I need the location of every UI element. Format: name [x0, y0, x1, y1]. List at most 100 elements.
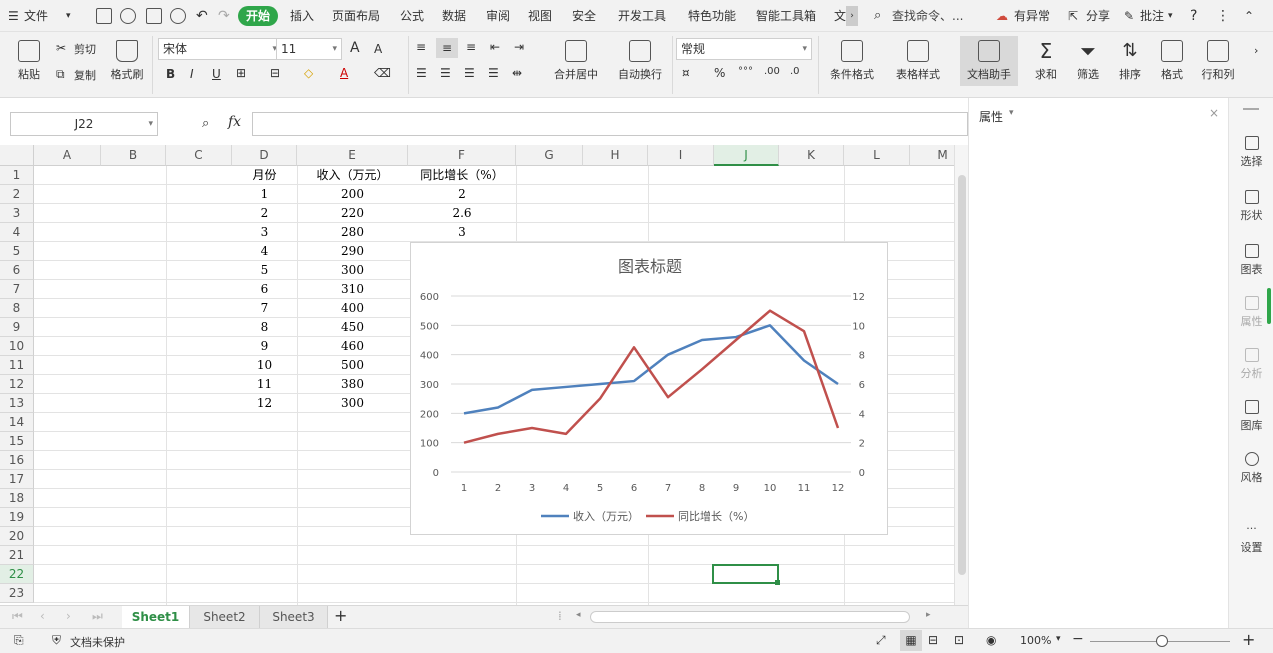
page-layout-view-icon[interactable]: ⊡ — [954, 633, 964, 647]
comment-button[interactable]: 批注 — [1140, 0, 1164, 32]
cell-e7[interactable]: 310 — [297, 280, 408, 299]
tab-more[interactable]: 文 — [834, 0, 846, 32]
preview-icon[interactable] — [170, 8, 186, 24]
row-header-14[interactable]: 14 — [0, 413, 34, 432]
row-header-13[interactable]: 13 — [0, 394, 34, 413]
cell-e3[interactable]: 220 — [297, 204, 408, 223]
split-handle-icon[interactable]: ⁞ — [558, 609, 562, 623]
align-center-icon[interactable]: ☰ — [440, 66, 451, 80]
chevron-down-icon[interactable]: ▾ — [1009, 108, 1014, 118]
macro-icon[interactable]: ⎘ — [14, 633, 24, 648]
cell-d1[interactable]: 月份 — [232, 166, 297, 185]
tool-shape[interactable]: 形状 — [1229, 190, 1273, 223]
scroll-thumb[interactable] — [958, 175, 966, 575]
cell-e8[interactable]: 400 — [297, 299, 408, 318]
horizontal-scrollbar[interactable] — [590, 611, 910, 623]
tab-view[interactable]: 视图 — [528, 0, 552, 32]
cell-e1[interactable]: 收入（万元） — [297, 166, 408, 185]
share-button[interactable]: 分享 — [1086, 0, 1110, 32]
next-sheet-icon[interactable]: › — [66, 609, 71, 623]
chevron-down-icon[interactable]: ▾ — [1056, 634, 1061, 644]
sync-status[interactable]: 有异常 — [1014, 0, 1050, 32]
column-header-h[interactable]: H — [583, 145, 648, 166]
row-header-19[interactable]: 19 — [0, 508, 34, 527]
cell-e11[interactable]: 500 — [297, 356, 408, 375]
tool-settings[interactable]: ··· 设置 — [1229, 523, 1273, 555]
decrease-font-icon[interactable]: A — [374, 42, 382, 56]
tool-chart[interactable]: 图表 — [1229, 244, 1273, 277]
file-menu[interactable]: 文件 — [24, 0, 48, 32]
cell-e2[interactable]: 200 — [297, 185, 408, 204]
panel-title[interactable]: 属性 — [979, 108, 1003, 125]
cell-d9[interactable]: 8 — [232, 318, 297, 337]
scroll-left-icon[interactable]: ◂ — [576, 610, 581, 620]
row-header-5[interactable]: 5 — [0, 242, 34, 261]
add-sheet-icon[interactable]: + — [334, 606, 347, 625]
row-header-4[interactable]: 4 — [0, 223, 34, 242]
conditional-format-button[interactable]: 条件格式 — [822, 40, 882, 82]
column-header-l[interactable]: L — [844, 145, 910, 166]
column-header-g[interactable]: G — [516, 145, 583, 166]
cell-d5[interactable]: 4 — [232, 242, 297, 261]
merge-center-button[interactable]: 合并居中 — [544, 40, 608, 82]
row-header-10[interactable]: 10 — [0, 337, 34, 356]
normal-view-icon[interactable]: ▦ — [900, 630, 922, 651]
last-sheet-icon[interactable]: ⏭ — [92, 609, 103, 624]
cell-f4[interactable]: 3 — [408, 223, 516, 242]
align-bottom-icon[interactable]: ≡ — [466, 40, 476, 54]
bold-icon[interactable]: B — [166, 67, 175, 81]
column-header-c[interactable]: C — [166, 145, 232, 166]
sheet-tab-2[interactable]: Sheet2 — [190, 606, 260, 628]
active-cell-j22[interactable] — [712, 564, 779, 584]
indent-increase-icon[interactable]: ⇥ — [514, 40, 524, 54]
align-middle-icon[interactable]: ≡ — [436, 38, 458, 58]
fill-merge-icon[interactable]: ⊟ — [270, 66, 280, 80]
justify-icon[interactable]: ☰ — [488, 66, 499, 80]
undo-icon[interactable]: ↶ — [196, 0, 208, 32]
chevron-right-icon[interactable]: › — [846, 6, 858, 26]
copy-button[interactable]: 复制 — [74, 67, 96, 83]
column-header-f[interactable]: F — [408, 145, 516, 166]
tab-security[interactable]: 安全 — [572, 0, 596, 32]
search-commands[interactable]: 查找命令、... — [892, 0, 963, 32]
hamburger-icon[interactable]: ☰ — [8, 0, 19, 32]
chevron-down-icon[interactable]: ▾ — [66, 0, 71, 32]
cell-d3[interactable]: 2 — [232, 204, 297, 223]
select-all-corner[interactable] — [0, 145, 34, 166]
prev-sheet-icon[interactable]: ‹ — [40, 609, 45, 623]
tab-insert[interactable]: 插入 — [290, 0, 314, 32]
column-header-j[interactable]: J — [714, 145, 779, 166]
row-header-20[interactable]: 20 — [0, 527, 34, 546]
cell-d7[interactable]: 6 — [232, 280, 297, 299]
column-header-i[interactable]: I — [648, 145, 714, 166]
format-button[interactable]: 格式 — [1154, 40, 1190, 82]
increase-font-icon[interactable]: A — [350, 40, 360, 56]
paste-button[interactable]: 粘贴 — [12, 40, 46, 82]
cell-e6[interactable]: 300 — [297, 261, 408, 280]
column-header-k[interactable]: K — [779, 145, 844, 166]
chevron-right-icon[interactable]: › — [1254, 44, 1258, 57]
more-icon[interactable]: ⋮ — [1216, 0, 1230, 32]
italic-icon[interactable]: I — [190, 67, 194, 81]
tool-analysis[interactable]: 分析 — [1229, 348, 1273, 381]
row-header-6[interactable]: 6 — [0, 261, 34, 280]
print-icon[interactable] — [146, 8, 162, 24]
cut-button[interactable]: 剪切 — [74, 41, 96, 57]
row-header-11[interactable]: 11 — [0, 356, 34, 375]
format-painter-button[interactable]: 格式刷 — [108, 40, 146, 82]
cell-e4[interactable]: 280 — [297, 223, 408, 242]
row-header-12[interactable]: 12 — [0, 375, 34, 394]
cell-d11[interactable]: 10 — [232, 356, 297, 375]
cell-e13[interactable]: 300 — [297, 394, 408, 413]
cell-e12[interactable]: 380 — [297, 375, 408, 394]
zoom-level[interactable]: 100% — [1020, 634, 1051, 647]
column-header-b[interactable]: B — [101, 145, 166, 166]
sum-button[interactable]: Σ 求和 — [1028, 40, 1064, 82]
font-size-select[interactable]: 11 ▾ — [276, 38, 342, 60]
wrap-text-button[interactable]: 自动换行 — [612, 40, 668, 82]
eye-protect-icon[interactable]: ◉ — [986, 633, 996, 647]
tab-home[interactable]: 开始 — [238, 6, 279, 26]
export-icon[interactable] — [120, 8, 136, 24]
tool-style[interactable]: 风格 — [1229, 452, 1273, 485]
zoom-slider-thumb[interactable] — [1156, 635, 1168, 647]
